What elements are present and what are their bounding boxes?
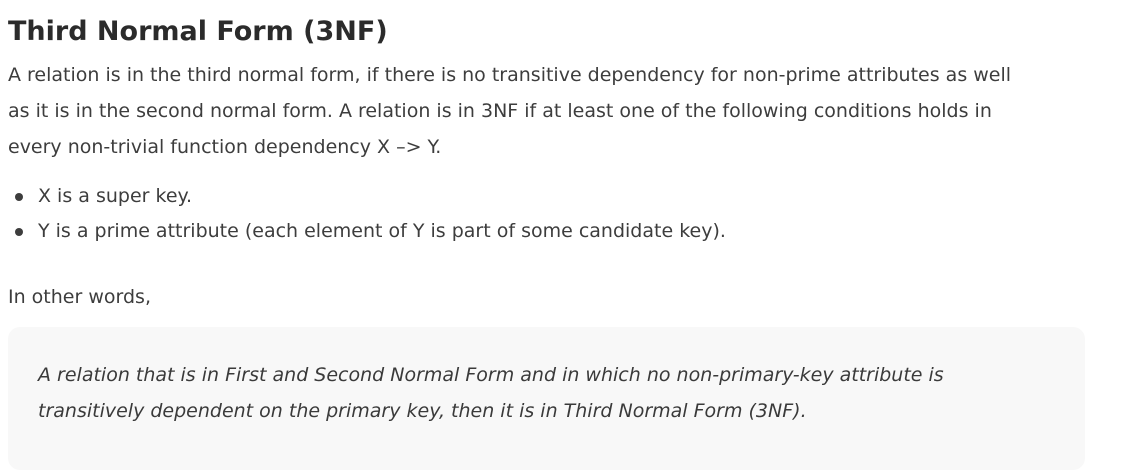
intro-line: A relation is in the third normal form, … — [8, 64, 1012, 86]
conditions-list: X is a super key. Y is a prime attribute… — [8, 179, 726, 249]
transition-text: In other words, — [8, 286, 151, 308]
condition-item: X is a super key. — [8, 179, 726, 214]
condition-text: Y is a prime attribute (each element of … — [38, 220, 726, 242]
article-section: Third Normal Form (3NF) A relation is in… — [0, 0, 1123, 472]
bullet-icon — [15, 193, 23, 201]
condition-text: X is a super key. — [38, 185, 193, 207]
quote-line: A relation that is in First and Second N… — [38, 364, 944, 386]
quote-text: A relation that is in First and Second N… — [38, 357, 1065, 429]
bullet-icon — [15, 228, 23, 236]
quote-line: transitively dependent on the primary ke… — [38, 400, 807, 422]
intro-paragraph: A relation is in the third normal form, … — [8, 57, 1093, 165]
intro-line: every non-trivial function dependency X … — [8, 136, 442, 158]
section-heading: Third Normal Form (3NF) — [8, 16, 388, 47]
condition-item: Y is a prime attribute (each element of … — [8, 214, 726, 249]
definition-quote: A relation that is in First and Second N… — [8, 327, 1085, 470]
intro-line: as it is in the second normal form. A re… — [8, 100, 992, 122]
